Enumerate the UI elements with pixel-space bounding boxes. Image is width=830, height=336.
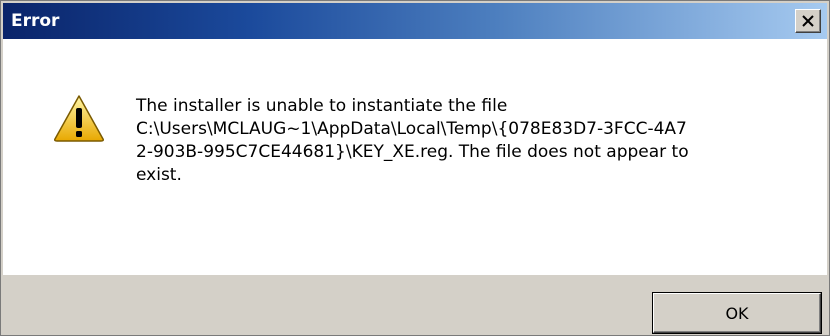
warning-icon [54, 95, 104, 142]
window-title: Error [11, 11, 60, 31]
dialog-content: The installer is unable to instantiate t… [3, 39, 827, 275]
close-icon [802, 15, 814, 27]
error-message: The installer is unable to instantiate t… [136, 95, 786, 187]
message-line: C:\Users\MCLAUG~1\AppData\Local\Temp\{07… [136, 119, 687, 139]
message-line: 2-903B-995C7CE44681}\KEY_XE.reg. The fil… [136, 142, 689, 162]
dialog-footer: OK [3, 275, 827, 333]
ok-button[interactable]: OK [653, 293, 821, 333]
close-button[interactable] [795, 9, 821, 33]
message-line: exist. [136, 165, 182, 185]
error-dialog: Error The installer is unable to instant… [0, 0, 830, 336]
message-line: The installer is unable to instantiate t… [136, 96, 508, 116]
title-bar[interactable]: Error [3, 3, 827, 39]
